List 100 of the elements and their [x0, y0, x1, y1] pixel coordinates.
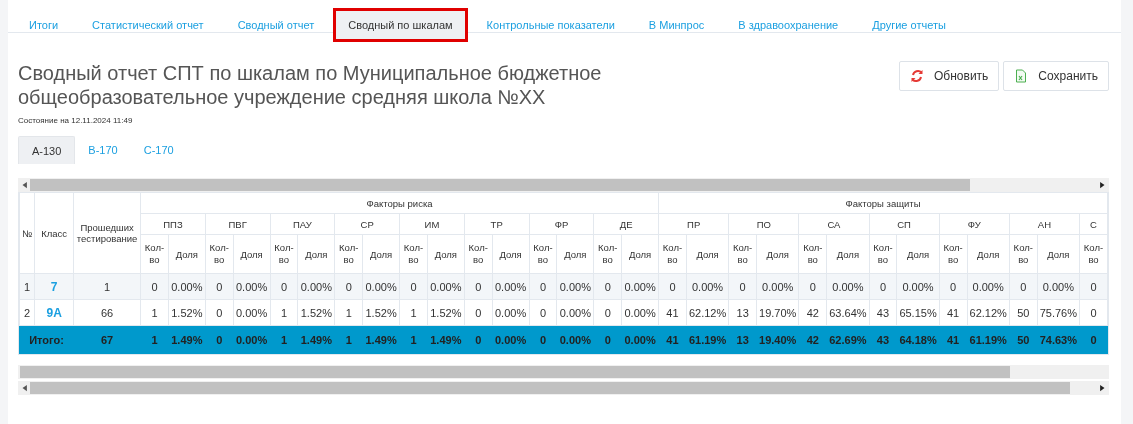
column-header: АН — [1009, 213, 1080, 235]
table-cell: 0.00% — [621, 299, 659, 326]
nav-tab[interactable]: Сводный отчет — [222, 8, 330, 42]
column-header: Кол-во — [728, 234, 757, 274]
table-cell: 2 — [19, 299, 35, 326]
save-button[interactable]: Сохранить — [1003, 61, 1109, 91]
table-cell: 0 — [1079, 299, 1108, 326]
column-header: Доля — [896, 234, 940, 274]
scale-tab[interactable]: A-130 — [18, 136, 76, 164]
table-cell: 1 — [334, 299, 363, 326]
column-header: СР — [334, 213, 400, 235]
table-cell: 67 — [73, 325, 141, 354]
column-header: Кол-во — [869, 234, 897, 274]
column-header: Кол-во — [140, 234, 169, 274]
nav-tab[interactable]: Сводный по шкалам — [333, 8, 468, 42]
scale-tab[interactable]: C-170 — [130, 136, 187, 164]
column-header: Кол-во — [798, 234, 827, 274]
table-cell: 63.64% — [826, 299, 870, 326]
column-header: Кол-во — [939, 234, 968, 274]
table-cell: 65.15% — [896, 299, 940, 326]
column-header: Доля — [756, 234, 799, 274]
column-header: Доля — [492, 234, 530, 274]
column-header: Класс — [34, 192, 74, 274]
column-header: Кол-во — [270, 234, 298, 274]
table-cell: 43 — [869, 299, 897, 326]
scroll-right-icon[interactable] — [1097, 383, 1107, 393]
scroll-right-icon[interactable] — [1097, 180, 1107, 190]
column-header: Факторы риска — [140, 192, 659, 214]
table-cell: 0.00% — [492, 299, 530, 326]
scrollbar[interactable] — [18, 365, 1109, 379]
column-header: ПО — [728, 213, 799, 235]
column-header: Кол-во — [399, 234, 428, 274]
column-header: Доля — [686, 234, 729, 274]
table-cell: 1 — [399, 299, 428, 326]
refresh-icon — [910, 69, 924, 83]
refresh-button[interactable]: Обновить — [899, 61, 1000, 91]
table-cell: 1 — [140, 299, 169, 326]
table-cell: 1.52% — [362, 299, 400, 326]
table-cell: 50 — [1009, 299, 1038, 326]
table-cell: 19.70% — [756, 299, 799, 326]
column-header: Кол-во — [658, 234, 687, 274]
table-cell: 1.52% — [427, 299, 465, 326]
column-header: ДЕ — [593, 213, 659, 235]
column-header: Доля — [362, 234, 400, 274]
column-header: Доля — [1037, 234, 1080, 274]
column-header: Доля — [297, 234, 335, 274]
table-cell: 1.52% — [168, 299, 206, 326]
table-cell: 1 — [270, 299, 298, 326]
class-link[interactable]: 9А — [34, 299, 74, 326]
table-cell: 42 — [798, 299, 827, 326]
column-header: ФУ — [939, 213, 1010, 235]
column-header: ППЗ — [140, 213, 206, 235]
column-header: Доля — [967, 234, 1010, 274]
column-header: СП — [869, 213, 940, 235]
column-header: СА — [798, 213, 870, 235]
column-header: Кол-во — [593, 234, 622, 274]
column-header: ТР — [464, 213, 530, 235]
column-header: № — [19, 192, 35, 274]
scrollbar[interactable] — [18, 381, 1109, 395]
table-cell: 62.12% — [686, 299, 729, 326]
nav-tab[interactable]: Другие отчеты — [857, 8, 961, 42]
spreadsheet-file-icon — [1014, 69, 1029, 83]
column-header: Кол-во — [464, 234, 493, 274]
table-cell: 62.12% — [967, 299, 1010, 326]
nav-tab[interactable]: В здравоохранение — [723, 8, 854, 42]
column-header: Кол-во — [334, 234, 363, 274]
table-cell: 75.76% — [1037, 299, 1080, 326]
scale-tab[interactable]: B-170 — [75, 136, 131, 164]
table-cell: 0 — [464, 299, 493, 326]
table-cell: 41 — [939, 299, 968, 326]
column-header: Кол-во — [1079, 234, 1108, 274]
column-header: Доля — [621, 234, 659, 274]
scroll-left-icon[interactable] — [20, 180, 30, 190]
column-header: ИМ — [399, 213, 465, 235]
status-text: Состояние на 12.11.2024 11:49 — [18, 116, 134, 125]
column-header: Доля — [427, 234, 465, 274]
table-cell: 41 — [658, 299, 687, 326]
table-cell: 1 — [19, 273, 35, 300]
table-cell: 0.00% — [556, 299, 594, 326]
table-cell: 0 — [529, 299, 557, 326]
table-cell: 0.00% — [233, 299, 271, 326]
column-header: ФР — [529, 213, 594, 235]
column-header: ПВГ — [205, 213, 271, 235]
table-cell: 0 — [593, 299, 622, 326]
table-cell: 66 — [73, 299, 141, 326]
column-header: Доля — [556, 234, 594, 274]
scroll-left-icon[interactable] — [20, 383, 30, 393]
column-header: Кол-во — [529, 234, 557, 274]
nav-tab[interactable]: Статистический отчет — [77, 8, 219, 42]
total-label: Итого: — [19, 325, 74, 354]
nav-tab[interactable]: Итоги — [14, 8, 74, 42]
scrollbar[interactable] — [18, 178, 1109, 192]
nav-tab[interactable]: В Минпрос — [633, 8, 720, 42]
column-header: ПР — [658, 213, 729, 235]
nav-tab[interactable]: Контрольные показатели — [471, 8, 630, 42]
column-header: Кол-во — [1009, 234, 1038, 274]
table-cell: 0 — [205, 299, 234, 326]
column-header: Прошедших тестирование — [73, 192, 141, 274]
column-header: Доля — [168, 234, 206, 274]
column-header: ПАУ — [270, 213, 335, 235]
